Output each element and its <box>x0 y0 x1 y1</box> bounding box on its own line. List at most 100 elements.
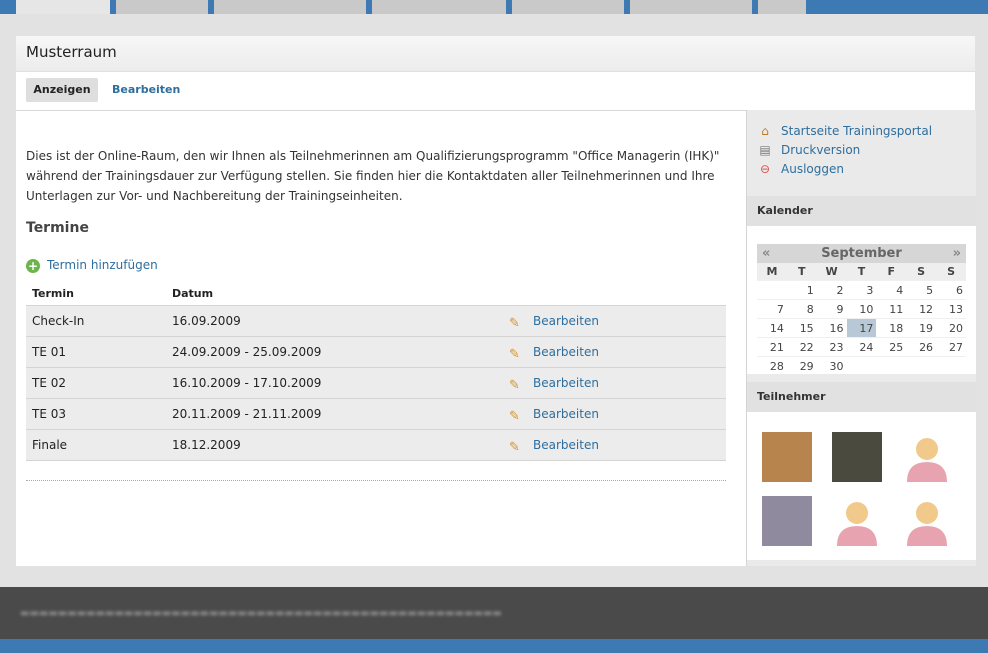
calendar-day[interactable]: 13 <box>936 299 966 319</box>
calendar-day[interactable]: 16 <box>816 318 847 338</box>
calendar-week: 14 15 16 17 18 19 20 <box>757 318 966 338</box>
edit-link[interactable]: ✎ Bearbeiten <box>503 367 726 399</box>
calendar-day[interactable]: 22 <box>786 337 817 357</box>
calendar-day[interactable]: 2 <box>816 280 847 300</box>
top-tab-6[interactable] <box>630 0 752 14</box>
table-row: TE 03 20.11.2009 - 21.11.2009 ✎ Bearbeite… <box>26 398 726 430</box>
participant-avatar-placeholder[interactable] <box>902 432 952 482</box>
edit-label: Bearbeiten <box>533 438 599 452</box>
tab-bearbeiten[interactable]: Bearbeiten <box>112 78 180 102</box>
column-header-actions <box>503 281 726 306</box>
sidebar-link-home[interactable]: ⌂ Startseite Trainingsportal <box>757 122 932 141</box>
sidebar-link-label: Druckversion <box>781 143 861 157</box>
calendar-day[interactable]: 6 <box>936 280 966 300</box>
intro-text: Dies ist der Online-Raum, den wir Ihnen … <box>26 149 720 203</box>
top-tab-7[interactable] <box>758 0 806 14</box>
edit-link[interactable]: ✎ Bearbeiten <box>503 429 726 461</box>
calendar-day[interactable] <box>936 356 966 375</box>
calendar-day[interactable]: 24 <box>846 337 877 357</box>
calendar-day[interactable] <box>846 356 877 375</box>
calendar-week: 21 22 23 24 25 26 27 <box>757 337 966 357</box>
calendar-day[interactable]: 7 <box>757 299 787 319</box>
weekday: S <box>906 263 937 281</box>
calendar-heading: Kalender <box>747 196 976 226</box>
sidebar-link-print[interactable]: ▤ Druckversion <box>757 141 932 160</box>
edit-link[interactable]: ✎ Bearbeiten <box>503 336 726 368</box>
calendar-day[interactable]: 12 <box>906 299 937 319</box>
termin-cell: Finale <box>26 429 166 461</box>
column-header-datum: Datum <box>166 281 503 306</box>
participant-avatar[interactable] <box>832 432 882 482</box>
participants-heading: Teilnehmer <box>747 382 976 412</box>
pencil-icon: ✎ <box>509 346 520 362</box>
calendar-day[interactable]: 19 <box>906 318 937 338</box>
top-tab-1[interactable] <box>16 0 110 14</box>
top-tab-2[interactable] <box>116 0 208 14</box>
sidebar-link-logout[interactable]: ⊖ Ausloggen <box>757 160 932 179</box>
calendar-day[interactable]: 10 <box>846 299 877 319</box>
main-panel: Musterraum Anzeigen Bearbeiten Dies ist … <box>16 36 976 566</box>
calendar-day[interactable]: 18 <box>876 318 907 338</box>
weekday: T <box>846 263 877 281</box>
calendar-next-button[interactable]: » <box>953 244 961 263</box>
calendar-day[interactable]: 1 <box>786 280 817 300</box>
footer: ▬▬▬▬▬▬▬▬▬▬▬▬▬▬▬▬▬▬▬▬▬▬▬▬▬▬▬▬▬▬▬▬▬▬▬▬▬▬▬▬… <box>0 587 988 639</box>
participant-avatar[interactable] <box>762 496 812 546</box>
edit-label: Bearbeiten <box>533 376 599 390</box>
sidebar: ⌂ Startseite Trainingsportal ▤ Druckversio… <box>746 110 976 566</box>
table-header-row: Termin Datum <box>26 281 726 306</box>
calendar-day[interactable]: 11 <box>876 299 907 319</box>
calendar-day-today[interactable]: 17 <box>846 318 877 338</box>
calendar-week: 28 29 30 <box>757 356 966 375</box>
calendar-day[interactable]: 26 <box>906 337 937 357</box>
calendar-day[interactable]: 8 <box>786 299 817 319</box>
sidebar-links: ⌂ Startseite Trainingsportal ▤ Druckversio… <box>757 122 932 179</box>
calendar-day[interactable]: 15 <box>786 318 817 338</box>
tab-anzeigen[interactable]: Anzeigen <box>26 78 98 102</box>
weekday: T <box>786 263 817 281</box>
calendar-day[interactable]: 29 <box>786 356 817 375</box>
pencil-icon: ✎ <box>509 377 520 393</box>
calendar-day[interactable] <box>876 356 907 375</box>
calendar-day[interactable]: 9 <box>816 299 847 319</box>
add-termin-label: Termin hinzufügen <box>47 258 158 272</box>
calendar-grid: M T W T F S S 1 2 3 4 5 6 7 8 9 10 11 12… <box>757 263 966 375</box>
weekday: S <box>936 263 966 281</box>
bottom-bar <box>0 639 988 653</box>
add-termin-link[interactable]: + Termin hinzufügen <box>26 257 158 273</box>
datum-cell: 24.09.2009 - 25.09.2009 <box>166 336 503 368</box>
edit-link[interactable]: ✎ Bearbeiten <box>503 305 726 337</box>
top-tab-4[interactable] <box>372 0 506 14</box>
calendar-day[interactable]: 30 <box>816 356 847 375</box>
calendar-day[interactable] <box>906 356 937 375</box>
calendar-prev-button[interactable]: « <box>762 244 770 263</box>
calendar-day[interactable]: 27 <box>936 337 966 357</box>
calendar-day[interactable]: 21 <box>757 337 787 357</box>
pencil-icon: ✎ <box>509 439 520 455</box>
top-tab-5[interactable] <box>512 0 624 14</box>
calendar-day[interactable]: 5 <box>906 280 937 300</box>
termine-table: Termin Datum Check-In 16.09.2009 ✎ Bearbe… <box>26 281 726 461</box>
calendar-day[interactable]: 3 <box>846 280 877 300</box>
calendar-day[interactable]: 23 <box>816 337 847 357</box>
calendar-day[interactable]: 20 <box>936 318 966 338</box>
edit-link[interactable]: ✎ Bearbeiten <box>503 398 726 430</box>
participant-avatar-placeholder[interactable] <box>902 496 952 546</box>
divider <box>26 480 726 481</box>
table-row: TE 02 16.10.2009 - 17.10.2009 ✎ Bearbeite… <box>26 367 726 399</box>
calendar: « September » M T W T F S S 1 2 3 4 5 6 … <box>757 244 966 375</box>
sidebar-link-label: Ausloggen <box>781 162 844 176</box>
termine-heading: Termine <box>26 220 89 236</box>
calendar-day[interactable]: 28 <box>757 356 787 375</box>
participant-avatar-placeholder[interactable] <box>832 496 882 546</box>
edit-label: Bearbeiten <box>533 314 599 328</box>
calendar-day[interactable]: 4 <box>876 280 907 300</box>
calendar-day[interactable]: 14 <box>757 318 787 338</box>
top-tab-3[interactable] <box>214 0 366 14</box>
participant-avatar[interactable] <box>762 432 812 482</box>
datum-cell: 20.11.2009 - 21.11.2009 <box>166 398 503 430</box>
calendar-day[interactable] <box>757 280 787 300</box>
termin-cell: TE 02 <box>26 367 166 399</box>
calendar-day[interactable]: 25 <box>876 337 907 357</box>
table-row: Check-In 16.09.2009 ✎ Bearbeiten <box>26 305 726 337</box>
